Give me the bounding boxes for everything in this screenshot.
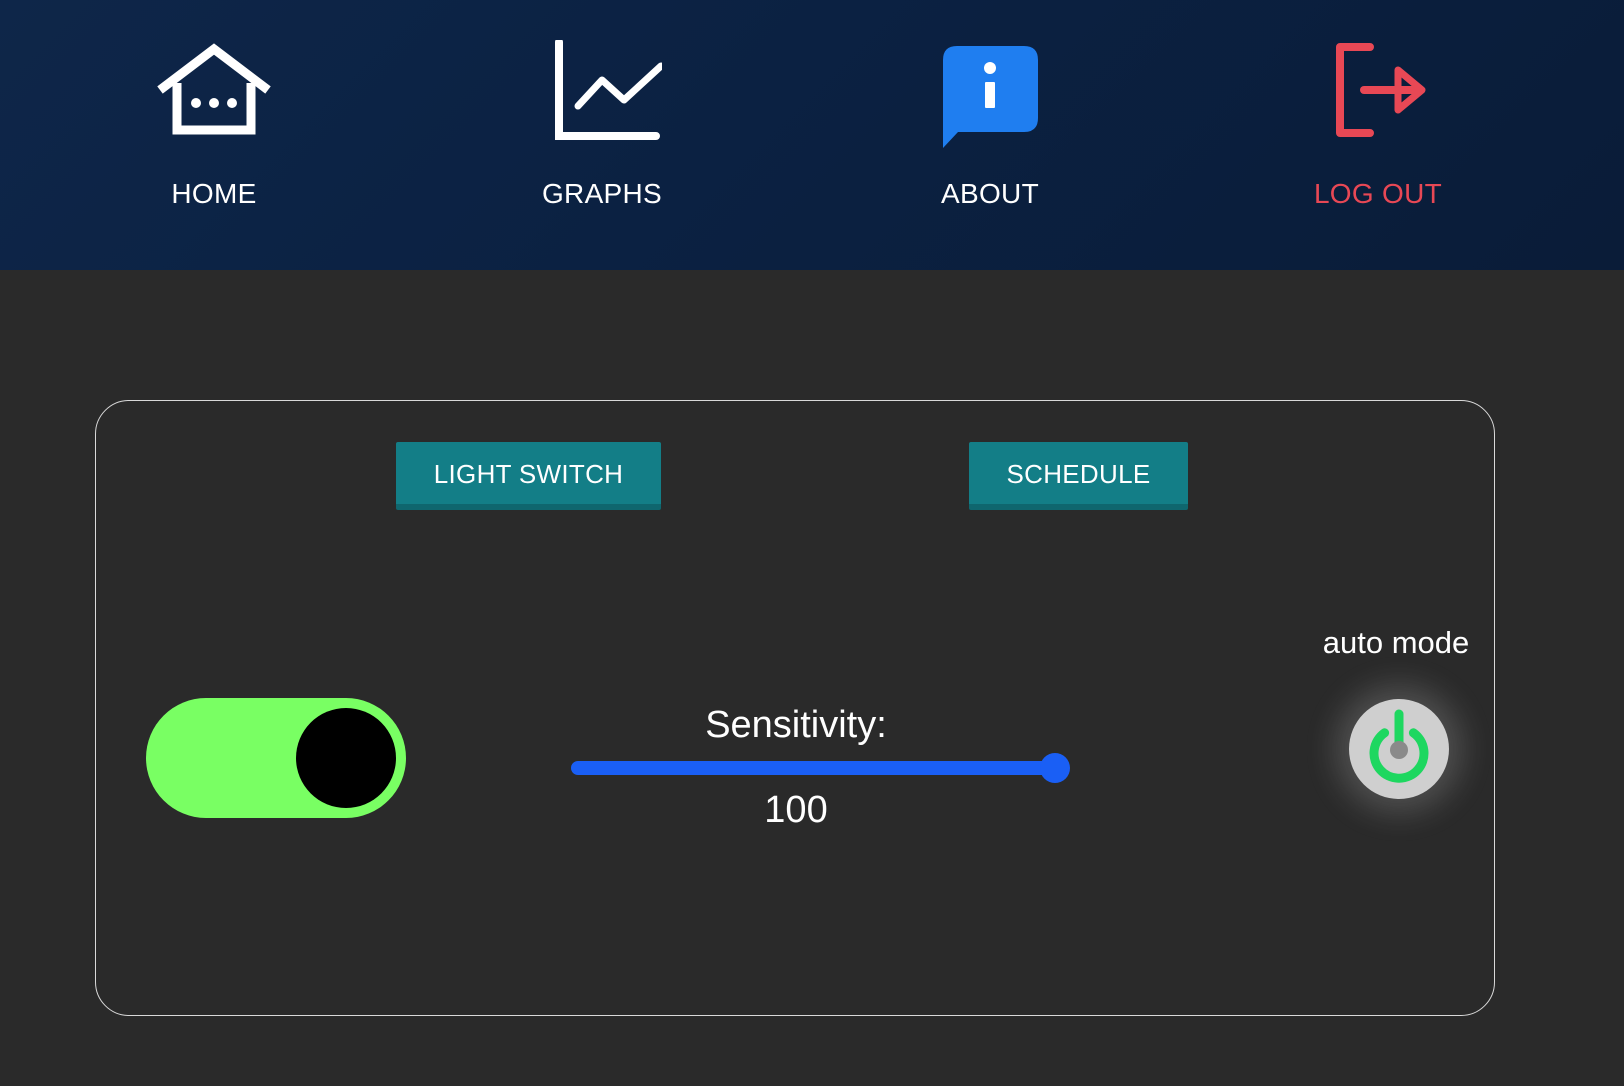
power-icon [1369, 709, 1429, 783]
light-switch-tab-button[interactable]: LIGHT SWITCH [396, 442, 661, 510]
sensitivity-slider-thumb[interactable] [1040, 753, 1070, 783]
toggle-knob [296, 708, 396, 808]
auto-mode-power-button[interactable] [1349, 699, 1449, 799]
top-navigation: HOME GRAPHS ABOUT LOG OUT [0, 0, 1624, 270]
home-icon [154, 40, 274, 150]
light-toggle-switch[interactable] [146, 698, 406, 818]
nav-item-about[interactable]: ABOUT [860, 0, 1120, 270]
nav-label-graphs: GRAPHS [541, 178, 663, 209]
nav-item-logout[interactable]: LOG OUT [1248, 0, 1508, 270]
sensitivity-label: Sensitivity: [705, 704, 887, 746]
logout-icon [1318, 40, 1438, 150]
schedule-tab-button[interactable]: SCHEDULE [969, 442, 1188, 510]
sensitivity-slider-track[interactable] [571, 761, 1051, 775]
line-chart-icon [542, 40, 662, 150]
control-panel: LIGHT SWITCH SCHEDULE Sensitivity: 100 a… [95, 400, 1495, 1016]
nav-item-graphs[interactable]: GRAPHS [472, 0, 732, 270]
auto-mode-label: auto mode [1322, 625, 1470, 660]
nav-label-home: HOME [171, 178, 257, 209]
nav-label-logout: LOG OUT [1313, 178, 1443, 209]
info-bubble-icon [930, 40, 1050, 150]
nav-item-home[interactable]: HOME [84, 0, 344, 270]
sensitivity-value: 100 [764, 789, 828, 831]
nav-label-about: ABOUT [941, 178, 1039, 209]
